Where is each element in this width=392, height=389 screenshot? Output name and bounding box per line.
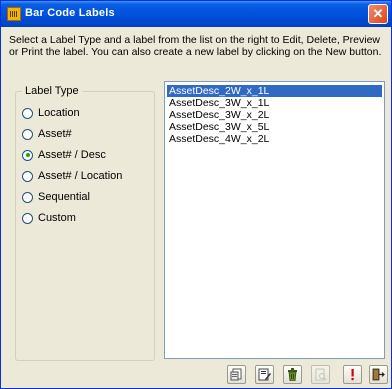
radio-label: Location xyxy=(38,107,80,119)
list-item[interactable]: AssetDesc_3W_x_1L xyxy=(167,97,382,109)
list-item[interactable]: AssetDesc_4W_x_2L xyxy=(167,133,382,145)
radio-location[interactable]: Location xyxy=(22,106,80,120)
new-label-button[interactable] xyxy=(227,365,246,384)
barcode-app-icon xyxy=(7,7,21,21)
preview-icon xyxy=(315,368,327,381)
radio-label: Asset# / Location xyxy=(38,170,123,182)
print-icon xyxy=(351,369,354,381)
edit-label-button[interactable] xyxy=(255,365,274,384)
radio-label: Asset# / Desc xyxy=(38,149,106,161)
radio-sequential[interactable]: Sequential xyxy=(22,190,90,204)
bar-code-labels-window: Bar Code Labels ✕ Select a Label Type an… xyxy=(0,0,392,389)
labels-listbox[interactable]: AssetDesc_2W_x_1L AssetDesc_3W_x_1L Asse… xyxy=(164,81,385,359)
list-item[interactable]: AssetDesc_3W_x_5L xyxy=(167,121,382,133)
radio-asset-location[interactable]: Asset# / Location xyxy=(22,169,122,183)
close-button[interactable]: ✕ xyxy=(368,4,388,24)
edit-label-icon xyxy=(258,368,271,381)
window-title: Bar Code Labels xyxy=(25,7,115,19)
instructions-text: Select a Label Type and a label from the… xyxy=(9,34,382,58)
print-button[interactable] xyxy=(343,365,362,384)
radio-button-selected[interactable] xyxy=(22,149,33,161)
preview-button[interactable] xyxy=(311,365,330,384)
radio-label: Sequential xyxy=(38,191,90,203)
radio-custom[interactable]: Custom xyxy=(22,211,76,225)
delete-button[interactable] xyxy=(283,365,302,384)
exit-icon xyxy=(372,368,385,381)
radio-button[interactable] xyxy=(22,191,33,203)
radio-button[interactable] xyxy=(22,107,33,119)
title-bar[interactable]: Bar Code Labels ✕ xyxy=(1,1,391,27)
list-item[interactable]: AssetDesc_2W_x_1L xyxy=(167,85,382,97)
delete-icon xyxy=(288,368,297,381)
radio-asset-desc[interactable]: Asset# / Desc xyxy=(22,148,106,162)
label-type-legend: Label Type xyxy=(22,85,82,97)
radio-asset[interactable]: Asset# xyxy=(22,127,72,141)
radio-button[interactable] xyxy=(22,212,33,224)
radio-button[interactable] xyxy=(22,170,33,182)
radio-label: Asset# xyxy=(38,128,72,140)
radio-button[interactable] xyxy=(22,128,33,140)
radio-label: Custom xyxy=(38,212,76,224)
new-label-icon xyxy=(230,368,242,381)
label-type-group: Label Type Location Asset# Asset# / Desc… xyxy=(15,85,155,361)
exit-button[interactable] xyxy=(369,365,388,384)
list-item[interactable]: AssetDesc_3W_x_2L xyxy=(167,109,382,121)
